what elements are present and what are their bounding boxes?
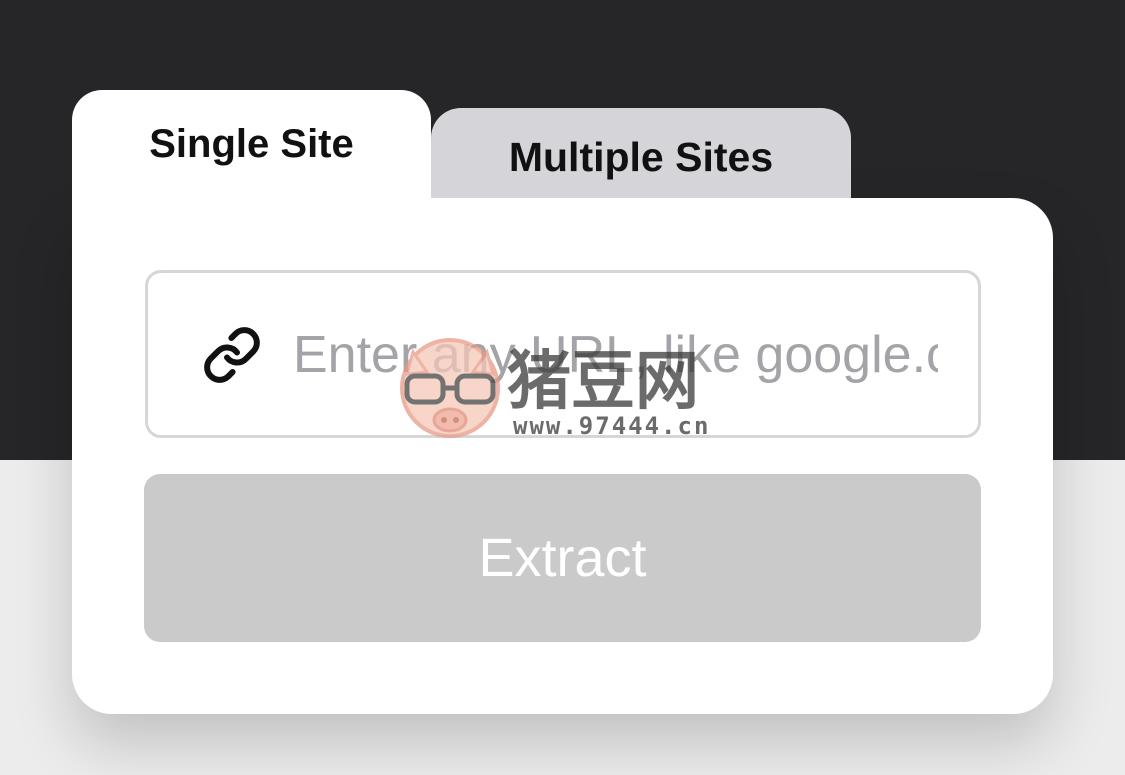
tab-single-site-label: Single Site	[149, 122, 354, 166]
url-input[interactable]	[293, 313, 938, 397]
tab-multiple-sites[interactable]: Multiple Sites	[431, 108, 851, 198]
tab-multiple-sites-label: Multiple Sites	[508, 134, 774, 180]
extract-button[interactable]: Extract	[144, 474, 981, 642]
link-icon	[204, 327, 260, 383]
tab-single-site[interactable]: Single Site	[72, 90, 431, 220]
url-input-container[interactable]	[145, 270, 981, 438]
